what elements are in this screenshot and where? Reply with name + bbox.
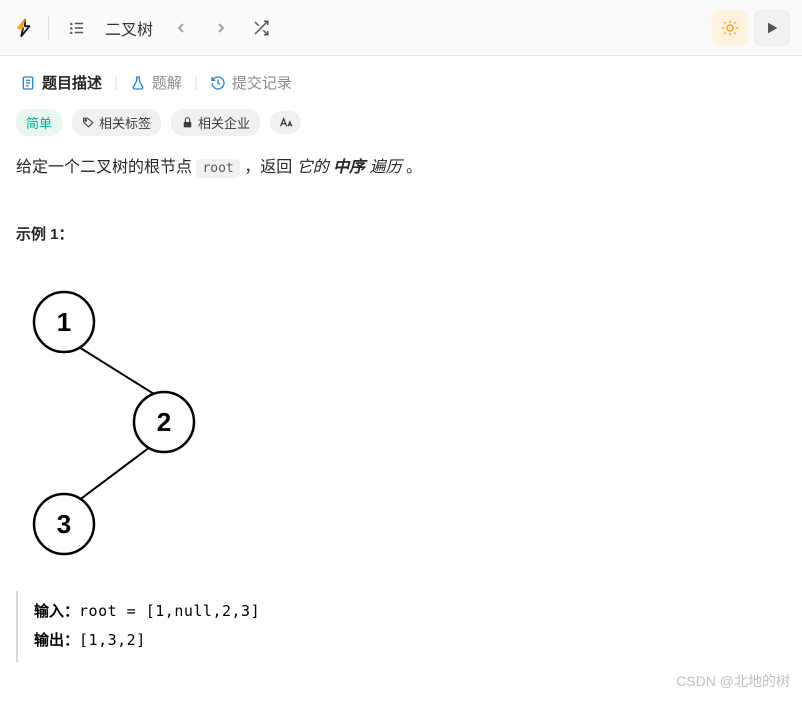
content-tabs: 题目描述 | 题解 | 提交记录 <box>16 70 786 95</box>
tags-pill[interactable]: 相关标签 <box>72 109 161 136</box>
document-icon <box>20 75 36 91</box>
tag-icon <box>82 116 95 129</box>
font-pill[interactable] <box>270 111 301 134</box>
tab-solution-label: 题解 <box>152 72 182 93</box>
problem-content: 题目描述 | 题解 | 提交记录 简单 相关标签 相关企业 给定一个二叉树的根节… <box>0 56 802 676</box>
top-toolbar: 二叉树 <box>0 0 802 56</box>
tree-node-1: 1 <box>57 307 71 337</box>
companies-pill[interactable]: 相关企业 <box>171 109 260 136</box>
desc-text: 。 <box>402 159 422 176</box>
difficulty-badge: 简单 <box>16 109 62 136</box>
list-icon[interactable] <box>61 12 93 44</box>
tree-diagram: 1 2 3 <box>14 272 214 562</box>
tab-divider: | <box>114 74 118 91</box>
site-logo[interactable] <box>12 16 36 40</box>
font-icon <box>278 115 293 130</box>
tab-solution[interactable]: 题解 <box>126 70 186 95</box>
debug-button[interactable] <box>712 10 748 46</box>
desc-bold: 中序 <box>333 159 365 176</box>
output-value: [1,3,2] <box>79 631 146 649</box>
desc-italic: 它的 <box>297 159 333 176</box>
tab-submissions[interactable]: 提交记录 <box>206 70 296 95</box>
lock-icon <box>181 116 194 129</box>
shuffle-button[interactable] <box>245 12 277 44</box>
example-io: 输入：root = [1,null,2,3] 输出：[1,3,2] <box>16 591 786 662</box>
companies-label: 相关企业 <box>198 113 250 132</box>
input-value: root = [1,null,2,3] <box>79 602 260 620</box>
meta-pills: 简单 相关标签 相关企业 <box>16 109 786 136</box>
tree-node-2: 2 <box>157 407 171 437</box>
input-label: 输入： <box>34 603 79 620</box>
example-heading: 示例 1： <box>16 223 786 244</box>
prev-button[interactable] <box>165 12 197 44</box>
next-button[interactable] <box>205 12 237 44</box>
divider <box>48 16 49 40</box>
output-label: 输出： <box>34 632 79 649</box>
breadcrumb[interactable]: 二叉树 <box>101 16 157 40</box>
tab-description-label: 题目描述 <box>42 72 102 93</box>
tab-divider: | <box>194 74 198 91</box>
tab-submissions-label: 提交记录 <box>232 72 292 93</box>
desc-code: root <box>196 159 239 178</box>
tree-node-3: 3 <box>57 509 71 539</box>
run-button[interactable] <box>754 10 790 46</box>
problem-description: 给定一个二叉树的根节点 root ，返回 它的 中序 遍历 。 <box>16 154 786 183</box>
desc-text: 给定一个二叉树的根节点 <box>16 159 196 176</box>
tags-label: 相关标签 <box>99 113 151 132</box>
flask-icon <box>130 75 146 91</box>
tab-description[interactable]: 题目描述 <box>16 70 106 95</box>
desc-text: ，返回 <box>240 159 297 176</box>
desc-italic: 遍历 <box>365 159 401 176</box>
history-icon <box>210 75 226 91</box>
